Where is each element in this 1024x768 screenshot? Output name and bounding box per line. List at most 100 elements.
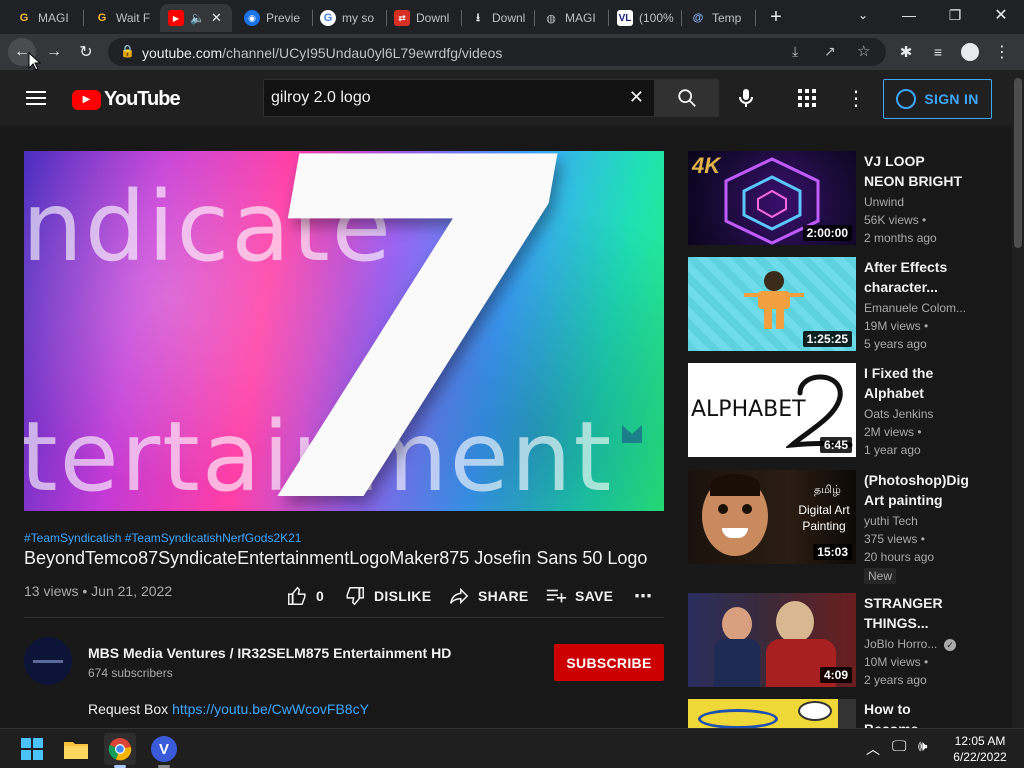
- channel-name[interactable]: Oats Jenkins: [864, 407, 968, 421]
- 4k-badge-icon: 4K: [692, 153, 721, 178]
- recommended-video[interactable]: 1:25:25 After Effects character... Emanu…: [688, 257, 988, 351]
- browser-toolbar: ← → ↻ 🔒 youtube.com/channel/UCyI95Undau0…: [0, 34, 1024, 70]
- volume-icon[interactable]: 🕪: [918, 738, 927, 755]
- video-title[interactable]: VJ LOOP NEON BRIGHT LIGH...: [864, 151, 968, 191]
- browser-tab[interactable]: @ Temp: [682, 4, 754, 32]
- browser-tab-active[interactable]: ▶ 🔈 ✕: [160, 4, 232, 32]
- video-title[interactable]: I Fixed the Alphabet: [864, 363, 968, 403]
- video-title: BeyondTemco87SyndicateEntertainmentLogoM…: [24, 548, 648, 568]
- video-thumbnail[interactable]: 1:25:25: [688, 257, 856, 351]
- search-button[interactable]: [655, 79, 719, 117]
- channel-avatar[interactable]: [24, 637, 72, 685]
- bookmark-star-icon[interactable]: ☆: [857, 42, 870, 60]
- subscribe-button[interactable]: SUBSCRIBE: [554, 644, 664, 681]
- reload-button[interactable]: ↻: [72, 38, 100, 66]
- channel-name[interactable]: yuthi Tech: [864, 514, 968, 528]
- search-input[interactable]: gilroy 2.0 logo ✕: [263, 79, 655, 117]
- browser-tab[interactable]: G MAGI: [8, 4, 80, 32]
- taskbar-clock[interactable]: 12:05 AM 6/22/2022: [944, 733, 1016, 765]
- video-age: 2 years ago: [864, 673, 927, 687]
- start-windows-icon[interactable]: [16, 733, 48, 765]
- video-player[interactable]: ndicate tertainment 7: [24, 151, 664, 511]
- close-tab-icon[interactable]: ✕: [211, 10, 222, 26]
- youtube-header: ▶ YouTube gilroy 2.0 logo ✕ ⋮ SIGN IN: [0, 70, 1012, 126]
- file-explorer-icon[interactable]: [60, 733, 92, 765]
- account-circle-icon: [896, 89, 917, 109]
- download-icon: ⭳: [476, 11, 480, 24]
- video-title[interactable]: After Effects character...: [864, 257, 968, 297]
- video-hashtags[interactable]: #TeamSyndicatish #TeamSyndicatishNerfGod…: [24, 531, 301, 545]
- video-thumbnail[interactable]: [688, 699, 856, 728]
- close-window-button[interactable]: ✕: [978, 0, 1024, 30]
- lock-icon[interactable]: 🔒: [120, 44, 135, 58]
- recommended-video[interactable]: தமிழ் Digital Art Painting 15:03 (Photos…: [688, 470, 988, 585]
- microphone-icon[interactable]: [734, 86, 758, 110]
- show-hidden-icons-chevron-icon[interactable]: ︿: [866, 739, 880, 759]
- browser-menu-button[interactable]: ⋮: [988, 38, 1016, 66]
- video-age: 20 hours ago: [864, 550, 935, 564]
- tab-search-button[interactable]: ⌄: [840, 0, 886, 30]
- extensions-puzzle-icon[interactable]: ✱: [892, 38, 920, 66]
- google-g-icon: G: [97, 12, 107, 24]
- recommended-video[interactable]: 4:09 STRANGER THINGS... JoBlo Horro... ✓…: [688, 593, 988, 687]
- address-bar[interactable]: 🔒 youtube.com/channel/UCyI95Undau0yl6L79…: [108, 38, 886, 66]
- like-button[interactable]: 0: [286, 584, 324, 608]
- chrome-taskbar-icon[interactable]: [104, 733, 136, 768]
- video-thumbnail[interactable]: தமிழ் Digital Art Painting 15:03: [688, 470, 856, 564]
- recommended-video[interactable]: How to Become: [688, 699, 988, 728]
- mouse-cursor-icon: [28, 51, 42, 77]
- media-queue-icon[interactable]: ≡: [924, 38, 952, 66]
- browser-tab[interactable]: ⇄ Downl: [386, 4, 462, 32]
- install-app-icon[interactable]: ⤓: [792, 43, 798, 60]
- forward-button[interactable]: →: [40, 38, 68, 66]
- recommended-video[interactable]: 4K 2:00:00 VJ LOOP NEON BRIGHT LIGH... U…: [688, 151, 988, 245]
- clear-search-icon[interactable]: ✕: [629, 87, 644, 108]
- restore-button[interactable]: ❐: [932, 0, 978, 30]
- video-thumbnail[interactable]: ALPHABET 6:45: [688, 363, 856, 457]
- youtube-logo[interactable]: ▶ YouTube: [72, 88, 181, 111]
- v-app-icon[interactable]: V: [148, 733, 180, 768]
- description-link[interactable]: https://youtu.be/CwWcovFB8cY: [172, 701, 369, 717]
- page-scrollbar[interactable]: [1012, 70, 1024, 728]
- video-title[interactable]: How to Become: [864, 699, 968, 728]
- browser-tab[interactable]: G Wait F: [86, 4, 158, 32]
- minimize-button[interactable]: —: [886, 0, 932, 30]
- browser-tab[interactable]: G my so: [312, 4, 388, 32]
- profile-avatar-icon[interactable]: [956, 38, 984, 66]
- vl-icon: VL: [617, 10, 633, 26]
- recommended-video[interactable]: ALPHABET 6:45 I Fixed the Alphabet Oats …: [688, 363, 988, 457]
- more-actions-button[interactable]: ⋯: [634, 584, 652, 608]
- browser-tab[interactable]: ◍ MAGI: [535, 4, 609, 32]
- share-button[interactable]: SHARE: [448, 584, 529, 608]
- url-text: youtube.com/channel/UCyI95Undau0yl6L79ew…: [142, 45, 503, 61]
- channel-name[interactable]: Emanuele Colom...: [864, 301, 968, 315]
- channel-name[interactable]: Unwind: [864, 195, 968, 209]
- thumbnail-text: தமிழ்: [814, 484, 841, 496]
- speaker-icon[interactable]: 🔈: [190, 11, 205, 25]
- browser-tab[interactable]: VL (100%: [609, 4, 681, 32]
- new-tab-button[interactable]: +: [762, 3, 790, 31]
- video-title[interactable]: STRANGER THINGS...: [864, 593, 968, 633]
- video-thumbnail[interactable]: 4:09: [688, 593, 856, 687]
- thumbs-down-icon: [346, 587, 364, 606]
- settings-more-icon[interactable]: ⋮: [846, 86, 866, 111]
- video-thumbnail[interactable]: 4K 2:00:00: [688, 151, 856, 245]
- browser-tab[interactable]: ◉ Previe: [236, 4, 312, 32]
- sign-in-button[interactable]: SIGN IN: [883, 79, 992, 119]
- network-icon[interactable]: 🖵: [892, 738, 906, 755]
- save-button[interactable]: SAVE: [545, 584, 613, 608]
- browser-tab[interactable]: ⭳ Downl: [462, 4, 534, 32]
- scrollbar-thumb[interactable]: [1014, 78, 1022, 248]
- upload-date: Jun 21, 2022: [91, 583, 173, 599]
- video-meta: 13 views • Jun 21, 2022: [24, 583, 173, 599]
- video-title[interactable]: (Photoshop)Digi Art painting in...: [864, 470, 968, 510]
- view-count: 56K views •: [864, 213, 927, 227]
- hamburger-menu-icon[interactable]: [24, 86, 48, 110]
- watermark-m-icon: [620, 421, 644, 445]
- dislike-button[interactable]: DISLIKE: [344, 584, 431, 608]
- share-page-icon[interactable]: ↗: [824, 43, 836, 60]
- search-icon: [678, 89, 696, 107]
- browser-tab-strip: G MAGI G Wait F ▶ 🔈 ✕ ◉ Previe G my so ⇄…: [0, 0, 1024, 34]
- apps-grid-icon[interactable]: [797, 88, 817, 113]
- channel-name[interactable]: MBS Media Ventures / IR32SELM875 Enterta…: [88, 645, 451, 661]
